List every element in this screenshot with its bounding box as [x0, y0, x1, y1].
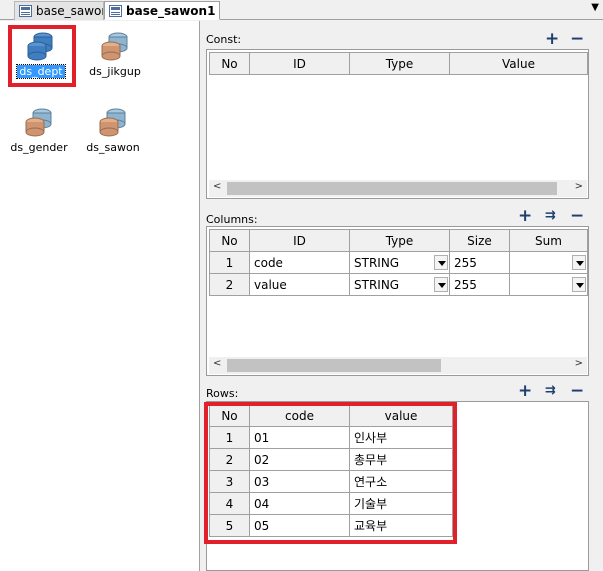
add-column-button[interactable]: + — [518, 208, 532, 225]
column-header[interactable]: Value — [449, 52, 588, 75]
dropdown-arrow-icon[interactable] — [434, 255, 448, 270]
dataset-label: ds_gender — [10, 141, 68, 154]
table-header-row: No ID Type Value — [209, 52, 588, 75]
add-row-button[interactable]: + — [518, 383, 532, 400]
dataset-list-pane — [0, 21, 200, 571]
tab-label: base_sawon1 * — [126, 3, 220, 18]
columns-grid-panel: No ID Type Size Sum 1 code STRING 255 2 … — [206, 226, 589, 376]
const-grid-panel: No ID Type Value < > — [206, 49, 589, 199]
dropdown-arrow-icon[interactable] — [572, 277, 586, 292]
remove-column-button[interactable]: − — [570, 208, 584, 225]
rows-panel-label: Rows: — [206, 387, 239, 400]
columns-horizontal-scrollbar[interactable]: < > — [209, 357, 587, 374]
dropdown-arrow-icon[interactable] — [434, 277, 448, 292]
dataset-item-ds-sawon[interactable]: ds_sawon — [78, 105, 148, 154]
column-header[interactable]: Type — [349, 52, 450, 75]
column-header[interactable]: No — [209, 52, 250, 75]
tab-base-sawon1[interactable]: base_sawon1 * — [104, 1, 220, 20]
table-row[interactable]: 2 value STRING 255 — [209, 273, 588, 296]
columns-panel-label: Columns: — [206, 213, 258, 226]
const-table: No ID Type Value — [209, 52, 588, 75]
column-type-value: STRING — [354, 277, 400, 292]
chevron-down-icon[interactable]: ▼ — [591, 2, 599, 13]
column-header[interactable]: Size — [449, 229, 510, 252]
table-header-row: No ID Type Size Sum — [209, 229, 588, 252]
scroll-left-icon[interactable]: < — [213, 181, 221, 192]
dataset-icon — [99, 108, 126, 137]
column-header[interactable]: No — [209, 229, 250, 252]
scrollbar-thumb[interactable] — [227, 359, 441, 372]
dataset-label: ds_sawon — [86, 141, 140, 154]
dataset-file-icon — [19, 5, 32, 17]
dataset-label: ds_jikgup — [89, 65, 141, 78]
dataset-item-ds-jikgup[interactable]: ds_jikgup — [80, 29, 150, 78]
remove-row-button[interactable]: − — [570, 383, 584, 400]
scroll-right-icon[interactable]: > — [575, 181, 583, 192]
scroll-right-icon[interactable]: > — [575, 358, 583, 369]
remove-const-button[interactable]: − — [570, 31, 584, 48]
add-const-button[interactable]: + — [545, 31, 559, 48]
tab-label: base_sawon — [36, 4, 104, 18]
column-type-cell[interactable]: STRING — [349, 251, 450, 274]
const-panel-label: Const: — [206, 33, 242, 46]
column-sum-cell[interactable] — [509, 273, 588, 296]
highlight-box-ds-dept — [8, 25, 76, 87]
column-type-cell[interactable]: STRING — [349, 273, 450, 296]
dataset-icon — [101, 32, 128, 61]
column-header[interactable]: ID — [249, 229, 350, 252]
row-number: 2 — [209, 273, 250, 296]
const-horizontal-scrollbar[interactable]: < > — [209, 180, 587, 197]
columns-table: No ID Type Size Sum 1 code STRING 255 2 … — [209, 229, 588, 296]
column-id-cell[interactable]: code — [249, 251, 350, 274]
scroll-left-icon[interactable]: < — [213, 358, 221, 369]
tab-base-sawon[interactable]: base_sawon — [14, 1, 104, 20]
insert-row-icon[interactable]: ⇉ — [545, 383, 556, 399]
column-sum-cell[interactable] — [509, 251, 588, 274]
scrollbar-thumb[interactable] — [227, 182, 557, 195]
insert-column-icon[interactable]: ⇉ — [545, 208, 556, 224]
highlight-box-rows — [204, 402, 457, 544]
column-id-cell[interactable]: value — [249, 273, 350, 296]
column-header[interactable]: ID — [249, 52, 350, 75]
column-type-value: STRING — [354, 255, 400, 270]
column-header[interactable]: Sum — [509, 229, 588, 252]
table-row[interactable]: 1 code STRING 255 — [209, 251, 588, 274]
dataset-item-ds-gender[interactable]: ds_gender — [4, 105, 74, 154]
dataset-file-icon — [109, 4, 122, 17]
row-number: 1 — [209, 251, 250, 274]
column-header[interactable]: Type — [349, 229, 450, 252]
dataset-icon — [25, 108, 52, 137]
column-size-cell[interactable]: 255 — [449, 251, 510, 274]
column-size-cell[interactable]: 255 — [449, 273, 510, 296]
dropdown-arrow-icon[interactable] — [572, 255, 586, 270]
tab-bar: base_sawon base_sawon1 * ▼ — [0, 0, 603, 20]
